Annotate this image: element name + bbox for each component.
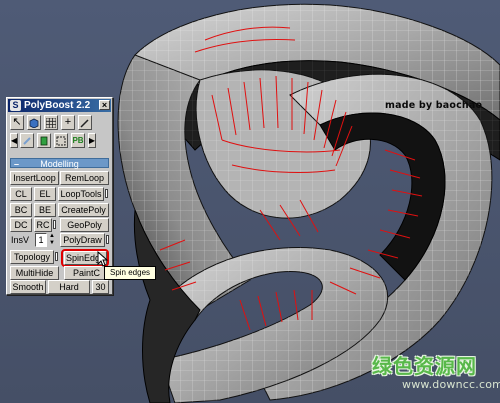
topology-option[interactable] — [55, 252, 58, 261]
rollout-label: Modelling — [40, 159, 79, 169]
spin-edges-tooltip: Spin edges — [104, 266, 156, 280]
pb-icon[interactable]: PB — [71, 133, 85, 148]
rem-loop-button[interactable]: RemLoop — [60, 171, 109, 185]
transform-icon[interactable] — [54, 133, 68, 148]
loop-tools-button[interactable]: LoopTools — [58, 187, 104, 201]
create-poly-button[interactable]: CreatePoly — [58, 203, 109, 217]
plus-icon[interactable]: + — [61, 115, 75, 130]
be-button[interactable]: BE — [34, 203, 56, 217]
close-button[interactable]: × — [99, 100, 110, 110]
el-button[interactable]: EL — [34, 187, 56, 201]
author-credit: made by baochao — [385, 100, 483, 111]
thirty-button[interactable]: 30 — [92, 280, 109, 294]
left-arrow-icon[interactable]: ◀ — [10, 133, 18, 148]
cl-button[interactable]: CL — [10, 187, 32, 201]
pen-icon[interactable] — [20, 133, 34, 148]
brush-icon[interactable] — [78, 115, 92, 130]
dc-button[interactable]: DC — [10, 218, 32, 232]
spinner-arrows-icon[interactable]: ▲ ▼ — [49, 233, 56, 247]
rollout-modelling[interactable]: – Modelling — [10, 158, 109, 169]
cylinder-icon[interactable] — [37, 133, 51, 148]
right-arrow-icon[interactable]: ▶ — [88, 133, 96, 148]
smooth-button[interactable]: Smooth — [10, 280, 46, 294]
hard-button[interactable]: Hard — [48, 280, 90, 294]
mouse-cursor-icon — [97, 251, 109, 267]
panel-titlebar[interactable]: S PolyBoost 2.2 × — [8, 99, 111, 112]
paint-button[interactable]: PaintC — [64, 266, 109, 280]
poly-draw-button[interactable]: PolyDraw — [60, 233, 105, 247]
insert-loop-button[interactable]: InsertLoop — [10, 171, 59, 185]
site-watermark-url: www.downcc.com — [402, 378, 500, 391]
polyboost-logo-icon: S — [10, 100, 21, 111]
multi-hide-button[interactable]: MultiHide — [10, 266, 59, 280]
loop-tools-option[interactable] — [105, 189, 108, 198]
site-watermark-cn: 绿色资源网 — [372, 354, 477, 378]
topology-button[interactable]: Topology — [10, 250, 54, 264]
select-arrow-icon[interactable]: ↖ — [10, 115, 24, 130]
poly-draw-option[interactable] — [106, 235, 109, 244]
rc-option[interactable] — [53, 220, 56, 229]
bc-button[interactable]: BC — [10, 203, 32, 217]
ins-v-label: InsV — [11, 235, 30, 245]
grid-icon[interactable] — [44, 115, 58, 130]
box-icon[interactable] — [27, 115, 41, 130]
panel-title: PolyBoost 2.2 — [24, 100, 91, 111]
geo-poly-button[interactable]: GeoPoly — [60, 218, 109, 232]
ins-v-spinner[interactable]: 1 — [35, 233, 47, 247]
rc-button[interactable]: RC — [34, 218, 52, 232]
